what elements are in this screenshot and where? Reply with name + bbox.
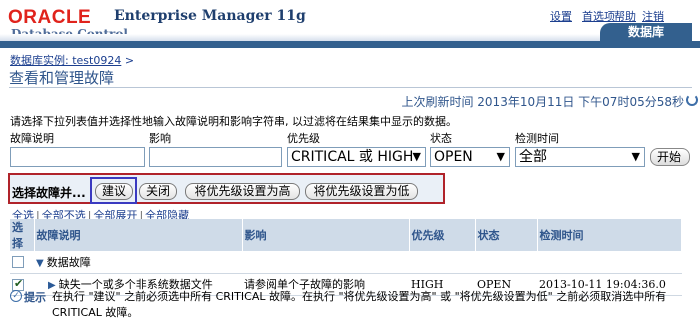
title-divider	[9, 87, 692, 88]
group-label: 数据故障	[46, 255, 91, 269]
chevron-down-icon: ▼	[496, 150, 505, 163]
refresh-icon[interactable]	[686, 94, 698, 106]
col-select: 选择	[10, 219, 35, 251]
settings-link[interactable]: 设置	[550, 8, 572, 24]
oracle-logo: ORACLE	[8, 7, 92, 28]
preferences-link[interactable]: 首选项	[582, 8, 615, 24]
status-select[interactable]: OPEN ▼	[430, 147, 510, 167]
lower-priority-button[interactable]: 将优先级设置为低	[305, 183, 418, 200]
failures-table: 选择 故障说明 影响 优先级 状态 检测时间 ▼数据故障 ▶缺失一个或多个非系统…	[10, 219, 682, 296]
tab-database[interactable]: 数据库	[600, 23, 692, 42]
help-link[interactable]: 帮助	[614, 8, 636, 24]
status-label: 状态	[430, 132, 452, 145]
description-input[interactable]	[10, 147, 145, 167]
group-checkbox[interactable]	[12, 256, 24, 269]
tip-label: 提示	[24, 291, 46, 304]
priority-label: 优先级	[287, 132, 320, 145]
description-label: 故障说明	[10, 132, 54, 145]
go-button[interactable]: 开始	[650, 148, 690, 166]
close-button[interactable]: 关闭	[139, 183, 177, 200]
product-name: Enterprise Manager 11g	[114, 8, 306, 24]
chevron-down-icon: ▼	[412, 150, 421, 163]
logout-link[interactable]: 注销	[642, 8, 664, 24]
page-title: 查看和管理故障	[9, 69, 115, 87]
check-icon: ✓	[10, 290, 22, 302]
triangle-down-icon[interactable]: ▼	[36, 258, 44, 269]
priority-value: CRITICAL 或 HIGH	[291, 149, 414, 165]
col-status: 状态	[475, 219, 538, 251]
detect-time-label: 检测时间	[515, 132, 559, 145]
chevron-down-icon: ▼	[631, 150, 640, 163]
header-bar	[0, 41, 700, 48]
breadcrumb-separator: >	[124, 54, 135, 67]
impact-input[interactable]	[149, 147, 282, 167]
header-shade	[0, 34, 600, 41]
col-impact: 影响	[242, 219, 410, 251]
filter-instructions: 请选择下拉列表值并选择性地输入故障说明和影响字符串, 以过滤将在结果集中显示的数…	[10, 115, 457, 128]
priority-select[interactable]: CRITICAL 或 HIGH ▼	[287, 147, 426, 167]
row-checkbox[interactable]	[12, 277, 24, 291]
col-detect-time: 检测时间	[537, 219, 682, 251]
col-priority: 优先级	[409, 219, 476, 251]
breadcrumb: 数据库实例: test0924 >	[10, 52, 134, 68]
refresh-timestamp: 上次刷新时间 2013年10月11日 下午07时05分58秒	[401, 95, 684, 109]
status-value: OPEN	[434, 149, 473, 165]
tip-text: 在执行 "建议" 之前必须选中所有 CRITICAL 故障。在执行 "将优先级设…	[52, 290, 667, 319]
table-header-row: 选择 故障说明 影响 优先级 状态 检测时间	[10, 219, 682, 251]
detect-time-select[interactable]: 全部 ▼	[515, 147, 645, 167]
detect-time-value: 全部	[519, 149, 547, 165]
raise-priority-button[interactable]: 将优先级设置为高	[185, 183, 300, 200]
impact-label: 影响	[149, 132, 171, 145]
table-group-row: ▼ 数据故障	[10, 251, 682, 274]
suggest-button[interactable]: 建议	[95, 183, 133, 200]
breadcrumb-instance-link[interactable]: 数据库实例: test0924	[10, 54, 121, 67]
action-bar-label: 选择故障并...	[12, 186, 86, 200]
col-description: 故障说明	[34, 219, 243, 251]
